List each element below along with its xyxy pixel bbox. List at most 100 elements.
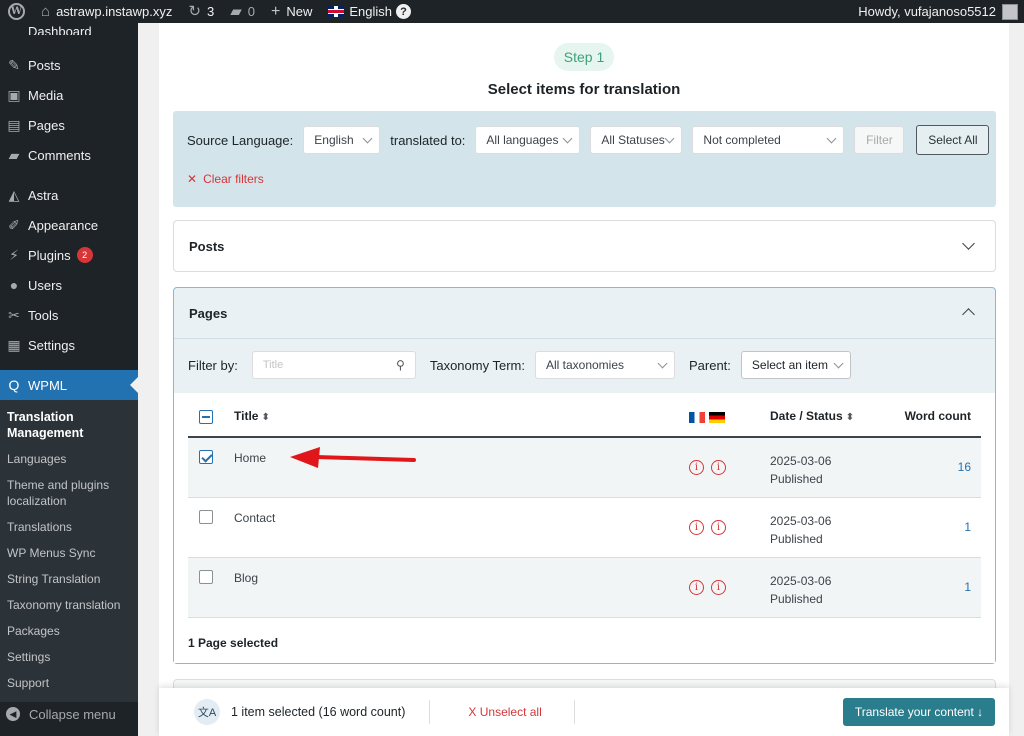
sidebar-item-posts[interactable]: ✎ Posts [0,50,138,80]
filter-button[interactable]: Filter [854,126,905,154]
submenu-languages[interactable]: Languages [0,446,138,472]
row-date-status: 2025-03-06 Published [770,514,832,546]
language-switcher[interactable]: English? [320,0,419,23]
sidebar-item-pages[interactable]: ▤ Pages [0,110,138,140]
admin-sidebar: Dashboard ✎ Posts ▣ Media ▤ Pages ▰ Comments… [0,23,138,736]
clear-filters-link[interactable]: ✕ Clear filters [187,172,264,186]
row-date-status: 2025-03-06 Published [770,574,832,606]
sidebar-item-media[interactable]: ▣ Media [0,80,138,110]
source-language-label: Source Language: [187,132,294,148]
settings-icon: ▦ [7,336,21,353]
selected-count: 1 Page selected [188,636,279,650]
submenu-settings[interactable]: Settings [0,644,138,670]
submenu-translation-management[interactable]: Translation Management [0,404,138,446]
german-flag-icon [709,412,725,423]
home-icon: ⌂ [41,3,51,20]
select-all-checkbox[interactable] [199,410,213,424]
row-word-count: 16 [957,460,971,474]
submenu-taxonomy-translation[interactable]: Taxonomy translation [0,592,138,618]
completion-select[interactable]: Not completed [692,126,845,154]
french-translation-status-icon[interactable]: i [689,460,704,475]
plugins-update-badge: 2 [76,247,93,263]
row-date-status: 2025-03-06 Published [770,454,832,486]
french-translation-status-icon[interactable]: i [689,580,704,595]
table-row[interactable]: Blog i i 2025-03-06 Published 1 [188,558,981,618]
title-column-header[interactable]: Title ⬍ [234,409,270,423]
sort-icon: ⬍ [261,412,270,423]
divider [174,338,995,339]
posts-panel[interactable]: Posts [173,220,996,272]
taxonomy-select[interactable]: All taxonomies [534,351,675,379]
french-flag-icon [689,412,705,423]
sidebar-item-tools[interactable]: ✂ Tools [0,300,138,330]
row-title[interactable]: Blog [234,571,258,585]
source-language-select[interactable]: English [303,126,381,154]
comments-link[interactable]: ▰ 0 [222,0,263,23]
sidebar-item-astra[interactable]: ◭ Astra [0,180,138,210]
new-content-link[interactable]: + New [263,0,320,23]
chevron-down-icon [657,358,668,368]
chevron-down-icon[interactable] [962,237,975,250]
row-checkbox[interactable] [199,450,213,464]
pages-icon: ▤ [7,116,21,133]
divider [573,700,575,724]
parent-select[interactable]: Select an item [740,351,851,379]
german-translation-status-icon[interactable]: i [711,460,726,475]
french-translation-status-icon[interactable]: i [689,520,704,535]
filter-bar: Source Language: English translated to: … [173,111,996,207]
table-row[interactable]: Contact i i 2025-03-06 Published 1 [188,498,981,558]
media-icon: ▣ [7,86,21,103]
target-language-select[interactable]: All languages [475,126,581,154]
unselect-all-link[interactable]: X Unselect all [468,705,541,719]
date-status-column-header[interactable]: Date / Status ⬍ [770,409,854,423]
pages-panel: Pages Filter by: Title ⚲ Taxonomy Term: A… [173,287,996,664]
sidebar-item-appearance[interactable]: ✐ Appearance [0,210,138,240]
pin-icon: ✎ [8,56,20,73]
submenu-translations[interactable]: Translations [0,514,138,540]
row-checkbox[interactable] [199,570,213,584]
select-all-button[interactable]: Select All [916,125,990,155]
appearance-icon: ✐ [8,216,20,233]
admin-bar: W ⌂ astrawp.instawp.xyz ↻ 3 ▰ 0 + New Englis… [0,0,1024,23]
row-title[interactable]: Contact [234,511,275,525]
table-header: Title ⬍ Date / Status ⬍ Word count [188,393,981,438]
sidebar-item-dashboard[interactable]: Dashboard [0,23,138,35]
sidebar-item-settings[interactable]: ▦ Settings [0,330,138,360]
parent-label: Parent: [688,357,731,373]
help-icon[interactable]: ? [395,4,411,19]
title-search-input[interactable]: Title ⚲ [251,351,416,379]
sidebar-item-plugins[interactable]: ⚡ Plugins 2 [0,240,138,270]
submenu-packages[interactable]: Packages [0,618,138,644]
chevron-up-icon[interactable] [962,308,975,321]
selection-summary: 1 item selected (16 word count) [231,705,406,719]
wpml-icon: Q [8,377,20,393]
submenu-string-translation[interactable]: String Translation [0,566,138,592]
site-name-link[interactable]: ⌂ astrawp.instawp.xyz [33,0,180,23]
collapse-icon: ◀ [6,707,20,721]
german-translation-status-icon[interactable]: i [711,520,726,535]
sidebar-item-comments[interactable]: ▰ Comments [0,140,138,170]
sidebar-item-wpml[interactable]: Q WPML [0,370,138,400]
german-translation-status-icon[interactable]: i [711,580,726,595]
annotation-arrow [290,447,416,468]
pages-panel-title: Pages [189,306,228,321]
plus-icon: + [270,2,281,20]
collapse-menu-button[interactable]: ◀ Collapse menu [0,696,116,732]
submenu-wp-menus-sync[interactable]: WP Menus Sync [0,540,138,566]
users-icon: ● [9,277,19,293]
chevron-down-icon [664,133,675,143]
translate-content-button[interactable]: Translate your content ↓ [843,698,995,726]
tools-icon: ✂ [8,306,20,323]
row-title[interactable]: Home [234,451,266,465]
updates-link[interactable]: ↻ 3 [180,0,222,23]
status-select[interactable]: All Statuses [590,126,683,154]
wordpress-logo-button[interactable]: W [0,0,33,23]
submenu-support[interactable]: Support [0,670,138,696]
row-checkbox[interactable] [199,510,213,524]
close-icon: ✕ [187,172,198,186]
submenu-theme-plugins-localization[interactable]: Theme and plugins localization [0,472,138,514]
divider [429,700,431,724]
uk-flag-icon [328,6,345,17]
my-account[interactable]: Howdy, vufajanoso5512 [858,3,1024,20]
sidebar-item-users[interactable]: ● Users [0,270,138,300]
